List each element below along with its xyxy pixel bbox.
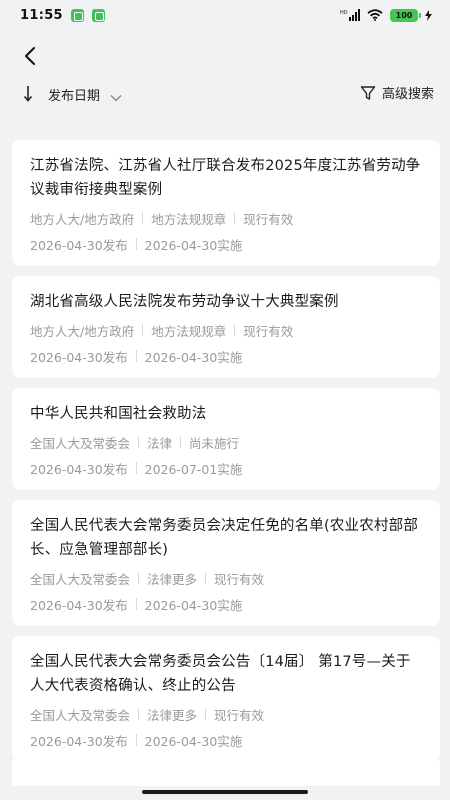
home-indicator[interactable] xyxy=(142,790,308,794)
item-tag: 全国人大及常委会 xyxy=(30,435,131,451)
tag-divider xyxy=(142,212,144,224)
wifi-icon xyxy=(367,6,383,25)
item-tag: 地方人大/地方政府 xyxy=(30,211,135,227)
status-time: 11:55 xyxy=(20,7,63,23)
publish-date: 2026-04-30发布 xyxy=(30,349,128,365)
date-divider xyxy=(135,350,137,362)
item-title: 全国人民代表大会常务委员会公告〔14届〕 第17号—关于人大代表资格确认、终止的… xyxy=(30,654,411,694)
date-divider xyxy=(135,462,137,474)
status-indicators: HD 100 xyxy=(340,6,432,25)
chevron-down-icon[interactable] xyxy=(110,88,122,107)
tag-divider xyxy=(205,708,207,720)
effective-date: 2026-07-01实施 xyxy=(144,461,243,477)
chevron-left-icon xyxy=(25,47,35,65)
item-tags: 全国人大及常委会 法律更多 现行有效 xyxy=(30,568,422,588)
list-item-partial[interactable] xyxy=(12,756,440,786)
item-dates: 2026-04-30发布 2026-04-30实施 xyxy=(30,730,422,750)
item-tags: 全国人大及常委会 法律 尚未施行 xyxy=(30,432,422,452)
charging-icon xyxy=(425,6,432,25)
item-tag: 地方法规规章 xyxy=(151,211,227,227)
publish-date: 2026-04-30发布 xyxy=(30,597,128,613)
item-dates: 2026-04-30发布 2026-04-30实施 xyxy=(30,594,422,614)
tag-divider xyxy=(142,324,144,336)
item-title: 湖北省高级人民法院发布劳动争议十大典型案例 xyxy=(30,294,339,310)
publish-date: 2026-04-30发布 xyxy=(30,733,128,749)
item-status: 现行有效 xyxy=(243,211,294,227)
effective-date: 2026-04-30实施 xyxy=(144,733,243,749)
item-dates: 2026-04-30发布 2026-07-01实施 xyxy=(30,458,422,478)
tag-divider xyxy=(234,324,236,336)
top-nav xyxy=(0,36,450,76)
item-tag: 法律更多 xyxy=(147,707,198,723)
item-tag: 地方人大/地方政府 xyxy=(30,323,135,339)
item-dates: 2026-04-30发布 2026-04-30实施 xyxy=(30,234,422,254)
status-bar: 11:55 HD 100 xyxy=(0,0,450,30)
effective-date: 2026-04-30实施 xyxy=(144,237,243,253)
tag-divider xyxy=(180,436,182,448)
item-title: 中华人民共和国社会救助法 xyxy=(30,406,207,422)
date-divider xyxy=(135,598,137,610)
tag-divider xyxy=(205,572,207,584)
list-item[interactable]: 湖北省高级人民法院发布劳动争议十大典型案例 地方人大/地方政府 地方法规规章 现… xyxy=(12,276,440,378)
item-title: 全国人民代表大会常务委员会决定任免的名单(农业农村部部长、应急管理部部长) xyxy=(30,518,419,558)
item-tag: 法律 xyxy=(147,435,173,451)
list-item[interactable]: 全国人民代表大会常务委员会公告〔14届〕 第17号—关于人大代表资格确认、终止的… xyxy=(12,636,440,762)
list-item[interactable]: 全国人民代表大会常务委员会决定任免的名单(农业农村部部长、应急管理部部长) 全国… xyxy=(12,500,440,626)
date-divider xyxy=(135,238,137,250)
notification-icon xyxy=(70,8,84,22)
tag-divider xyxy=(138,708,140,720)
item-tags: 地方人大/地方政府 地方法规规章 现行有效 xyxy=(30,320,422,340)
item-status: 现行有效 xyxy=(214,707,265,723)
item-tags: 全国人大及常委会 法律更多 现行有效 xyxy=(30,704,422,724)
item-status: 尚未施行 xyxy=(189,435,240,451)
back-button[interactable] xyxy=(16,42,44,70)
tag-divider xyxy=(138,436,140,448)
sort-dropdown-label[interactable]: 发布日期 xyxy=(48,85,100,104)
item-tag: 全国人大及常委会 xyxy=(30,571,131,587)
network-label: HD xyxy=(340,10,348,16)
signal-icon: HD xyxy=(340,6,360,25)
sort-arrow-icon[interactable] xyxy=(20,84,36,104)
advanced-search-label: 高级搜索 xyxy=(381,87,434,102)
filter-bar: 发布日期 高级搜索 xyxy=(0,80,450,108)
tag-divider xyxy=(138,572,140,584)
battery-icon: 100 xyxy=(390,8,421,22)
list-item[interactable]: 江苏省法院、江苏省人社厅联合发布2025年度江苏省劳动争议裁审衔接典型案例 地方… xyxy=(12,140,440,266)
tag-divider xyxy=(234,212,236,224)
regulation-list: 江苏省法院、江苏省人社厅联合发布2025年度江苏省劳动争议裁审衔接典型案例 地方… xyxy=(12,140,440,772)
notification-icon xyxy=(91,8,105,22)
item-status: 现行有效 xyxy=(243,323,294,339)
item-tags: 地方人大/地方政府 地方法规规章 现行有效 xyxy=(30,208,422,228)
filter-icon xyxy=(360,85,376,100)
item-status: 现行有效 xyxy=(214,571,265,587)
date-divider xyxy=(135,734,137,746)
advanced-search-button[interactable]: 高级搜索 xyxy=(360,83,434,102)
item-tag: 全国人大及常委会 xyxy=(30,707,131,723)
item-title: 江苏省法院、江苏省人社厅联合发布2025年度江苏省劳动争议裁审衔接典型案例 xyxy=(30,158,421,198)
effective-date: 2026-04-30实施 xyxy=(144,349,243,365)
publish-date: 2026-04-30发布 xyxy=(30,237,128,253)
list-item[interactable]: 中华人民共和国社会救助法 全国人大及常委会 法律 尚未施行 2026-04-30… xyxy=(12,388,440,490)
item-tag: 地方法规规章 xyxy=(151,323,227,339)
effective-date: 2026-04-30实施 xyxy=(144,597,243,613)
publish-date: 2026-04-30发布 xyxy=(30,461,128,477)
item-dates: 2026-04-30发布 2026-04-30实施 xyxy=(30,346,422,366)
item-tag: 法律更多 xyxy=(147,571,198,587)
